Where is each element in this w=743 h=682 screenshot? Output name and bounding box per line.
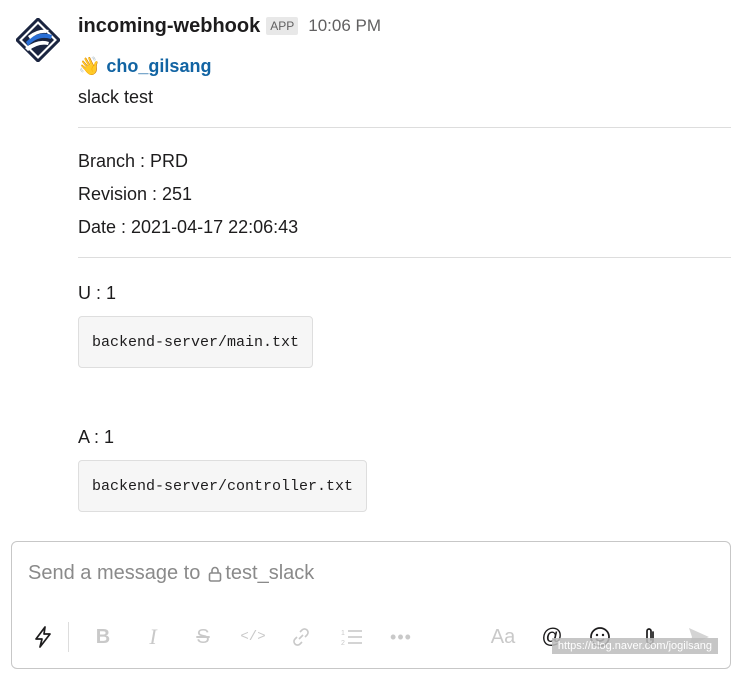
code-block-updated-file: backend-server/main.txt (78, 316, 314, 368)
input-placeholder: Send a message to (28, 562, 201, 584)
more-icon[interactable]: ••• (388, 620, 414, 654)
channel-name: test_slack (225, 562, 315, 584)
divider (78, 127, 731, 128)
numbered-list-icon[interactable]: 1 2 (338, 620, 366, 654)
message-timestamp[interactable]: 10:06 PM (308, 16, 381, 36)
message-composer[interactable]: Send a message to test_slack B I S </> 1… (11, 541, 731, 669)
watermark: https://blog.naver.com/jogilsang (551, 638, 718, 654)
user-mention-link[interactable]: cho_gilsang (106, 56, 211, 77)
app-avatar-icon[interactable] (14, 16, 62, 64)
svg-text:2: 2 (341, 640, 345, 646)
link-icon[interactable] (288, 620, 314, 654)
mention-line: 👋 cho_gilsang (78, 54, 211, 78)
code-icon[interactable]: </> (238, 620, 268, 654)
code-block-added-file: backend-server/controller.txt (78, 460, 368, 512)
wave-emoji: 👋 (78, 55, 101, 76)
italic-icon[interactable]: I (140, 620, 166, 654)
app-badge: APP (266, 17, 299, 35)
message-text: slack test (78, 87, 154, 107)
lock-icon (208, 566, 222, 582)
added-count-label: A : 1 (78, 427, 115, 447)
divider (78, 257, 731, 258)
svg-text:1: 1 (341, 630, 345, 637)
strikethrough-icon[interactable]: S (190, 620, 216, 654)
toolbar-divider (68, 622, 69, 652)
message-input[interactable]: Send a message to test_slack (28, 562, 314, 585)
date-text: Date : 2021-04-17 22:06:43 (78, 217, 299, 237)
format-icon[interactable]: Aa (488, 620, 518, 654)
updated-count-label: U : 1 (78, 283, 117, 303)
message-header: incoming-webhook APP 10:06 PM (78, 11, 381, 41)
revision-text: Revision : 251 (78, 184, 193, 204)
bold-icon[interactable]: B (90, 620, 116, 654)
sender-name[interactable]: incoming-webhook (78, 15, 260, 38)
lightning-icon[interactable] (30, 620, 56, 654)
branch-text: Branch : PRD (78, 151, 189, 171)
